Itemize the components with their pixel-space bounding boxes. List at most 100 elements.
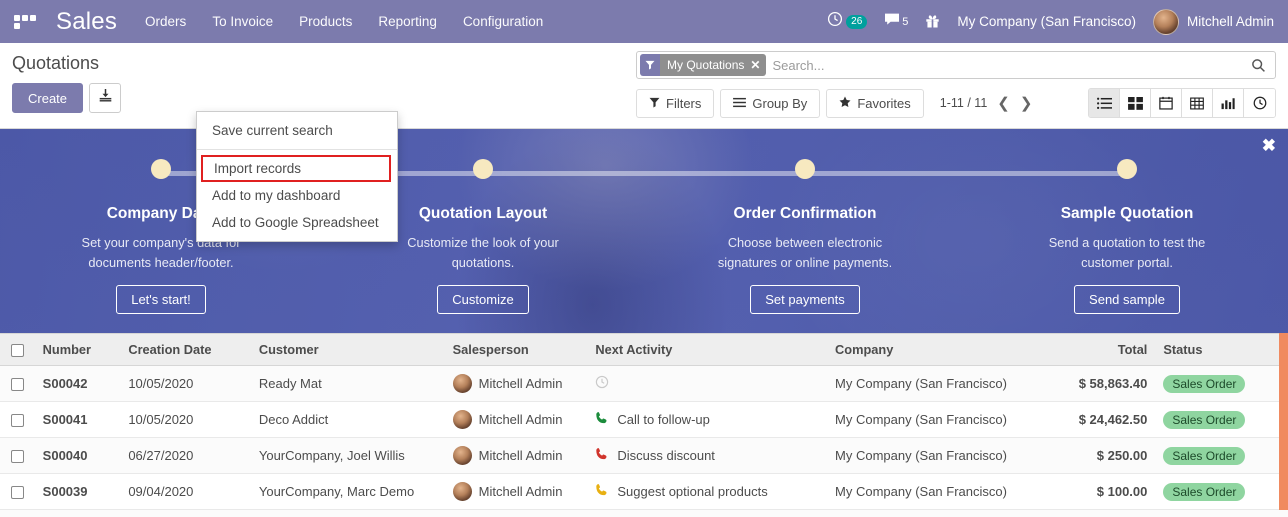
column-header-customer[interactable]: Customer: [250, 332, 445, 367]
cell-total: $ 58,863.40: [1043, 365, 1156, 403]
step-connector-line: [805, 171, 1127, 176]
cell-status: Sales Order: [1155, 401, 1268, 439]
star-icon: [839, 96, 851, 111]
import-records-button[interactable]: [89, 83, 122, 113]
table-row[interactable]: S00039 09/04/2020 YourCompany, Marc Demo…: [0, 473, 1288, 511]
clock-icon[interactable]: [595, 375, 609, 392]
checkbox-icon[interactable]: [10, 344, 24, 358]
table-row[interactable]: S00042 10/05/2020 Ready Mat Mitchell Adm…: [0, 365, 1288, 403]
apps-grid-icon[interactable]: [10, 14, 36, 29]
filter-funnel-icon: [649, 96, 660, 111]
activity-menu-button[interactable]: 26: [827, 11, 868, 32]
column-header-company[interactable]: Company: [827, 332, 1044, 367]
menu-item-reporting[interactable]: Reporting: [378, 14, 437, 29]
main-menu: Orders To Invoice Products Reporting Con…: [145, 14, 543, 29]
table-row[interactable]: S00040 06/27/2020 YourCompany, Joel Will…: [0, 437, 1288, 475]
column-header-next-activity[interactable]: Next Activity: [587, 332, 828, 367]
column-header-salesperson[interactable]: Salesperson: [444, 332, 588, 367]
cell-company: My Company (San Francisco): [827, 509, 1044, 517]
cell-total: 14,981.00 €: [1043, 509, 1156, 517]
list-view-icon[interactable]: [1089, 89, 1120, 117]
chevron-left-icon[interactable]: ❮: [997, 96, 1010, 111]
favorites-item-save-current-search[interactable]: Save current search: [197, 117, 397, 144]
group-by-dropdown-button[interactable]: Group By: [720, 88, 821, 118]
column-header-creation-date[interactable]: Creation Date: [120, 332, 251, 367]
pivot-view-icon[interactable]: [1182, 89, 1213, 117]
favorites-item-add-to-google-spreadsheet[interactable]: Add to Google Spreadsheet: [197, 209, 397, 236]
kanban-view-icon[interactable]: [1120, 89, 1151, 117]
step-dot[interactable]: [151, 159, 171, 179]
table-row[interactable]: S00041 10/05/2020 Deco Addict Mitchell A…: [0, 401, 1288, 439]
onboarding-steps: Company Data Set your company's data for…: [0, 129, 1288, 333]
step-dot[interactable]: [473, 159, 493, 179]
favorites-item-import-records[interactable]: Import records: [201, 155, 391, 182]
cell-company: My Company (San Francisco): [827, 365, 1044, 403]
step-dot[interactable]: [1117, 159, 1137, 179]
cell-number: S00040: [34, 437, 121, 475]
checkbox-icon[interactable]: [10, 378, 24, 392]
column-header-number[interactable]: Number: [34, 332, 121, 367]
column-header-status[interactable]: Status: [1155, 332, 1268, 367]
cell-company: My Company (San Francisco): [827, 473, 1044, 511]
menu-item-to-invoice[interactable]: To Invoice: [212, 14, 273, 29]
app-brand-title[interactable]: Sales: [56, 8, 117, 36]
checkbox-icon[interactable]: [10, 450, 24, 464]
close-x-icon[interactable]: ✖: [1262, 137, 1276, 154]
avatar: [452, 482, 472, 502]
column-header-total[interactable]: Total: [1043, 332, 1156, 367]
phone-icon[interactable]: [595, 411, 609, 428]
control-panel: Quotations Create My Quotations ✕ Search…: [0, 43, 1288, 242]
search-input[interactable]: [768, 57, 1244, 73]
cell-customer: Gemini Furniture: [250, 509, 445, 517]
favorites-item-add-to-my-dashboard[interactable]: Add to my dashboard: [197, 182, 397, 209]
create-button[interactable]: Create: [12, 83, 84, 113]
magnifier-icon[interactable]: [1244, 58, 1273, 73]
search-facet-my-quotations[interactable]: My Quotations ✕: [640, 54, 767, 76]
step-action-button[interactable]: Customize: [437, 284, 529, 314]
top-navbar: Sales Orders To Invoice Products Reporti…: [0, 0, 1288, 43]
status-badge: Sales Order: [1163, 410, 1246, 429]
page-title: Quotations: [12, 53, 100, 73]
cell-creation-date: 10/05/2020: [120, 509, 251, 517]
close-x-icon[interactable]: ✕: [750, 58, 760, 72]
menu-item-configuration[interactable]: Configuration: [463, 14, 543, 29]
current-company-label[interactable]: My Company (San Francisco): [957, 14, 1136, 29]
step-title: Order Confirmation: [733, 205, 877, 222]
filters-dropdown-button[interactable]: Filters: [636, 88, 715, 118]
cell-next-activity: Check delivery requirements: [587, 509, 828, 517]
cell-customer: Ready Mat: [250, 365, 445, 403]
cell-salesperson: Mitchell Admin: [444, 437, 588, 475]
cell-customer: Deco Addict: [250, 401, 445, 439]
avatar: [452, 446, 472, 466]
gift-icon[interactable]: [925, 14, 940, 29]
favorites-dropdown-button[interactable]: Favorites: [826, 88, 924, 118]
chevron-right-icon[interactable]: ❯: [1020, 96, 1033, 111]
search-bar[interactable]: My Quotations ✕: [636, 51, 1276, 79]
graph-view-icon[interactable]: [1213, 89, 1244, 117]
row-checkbox-cell: [0, 509, 35, 517]
phone-icon[interactable]: [595, 447, 609, 464]
calendar-view-icon[interactable]: [1151, 89, 1182, 117]
cell-next-activity: Suggest optional products: [587, 473, 828, 511]
step-dot[interactable]: [795, 159, 815, 179]
cell-creation-date: 10/05/2020: [120, 401, 251, 439]
checkbox-icon[interactable]: [10, 486, 24, 500]
menu-item-orders[interactable]: Orders: [145, 14, 186, 29]
step-action-button[interactable]: Set payments: [750, 284, 860, 314]
menu-item-products[interactable]: Products: [299, 14, 352, 29]
messaging-menu-button[interactable]: 5: [884, 12, 908, 31]
download-import-icon: [98, 88, 113, 108]
activity-view-icon[interactable]: [1244, 89, 1275, 117]
user-menu[interactable]: Mitchell Admin: [1152, 8, 1274, 35]
phone-icon[interactable]: [595, 483, 609, 500]
step-description: Choose between electronic signatures or …: [717, 235, 893, 270]
table-header-row: Number Creation Date Customer Salesperso…: [0, 332, 1288, 367]
step-action-button[interactable]: Let's start!: [116, 284, 206, 314]
cell-next-activity: Discuss discount: [587, 437, 828, 475]
checkbox-icon[interactable]: [10, 414, 24, 428]
step-action-button[interactable]: Send sample: [1074, 284, 1180, 314]
vertical-scrollbar[interactable]: [1279, 333, 1288, 510]
control-panel-right: My Quotations ✕ Search... Filters Group …: [636, 51, 1276, 118]
user-avatar: [1152, 8, 1179, 35]
table-row[interactable]: S00007 10/05/2020 Gemini Furniture Mitch…: [0, 509, 1288, 517]
